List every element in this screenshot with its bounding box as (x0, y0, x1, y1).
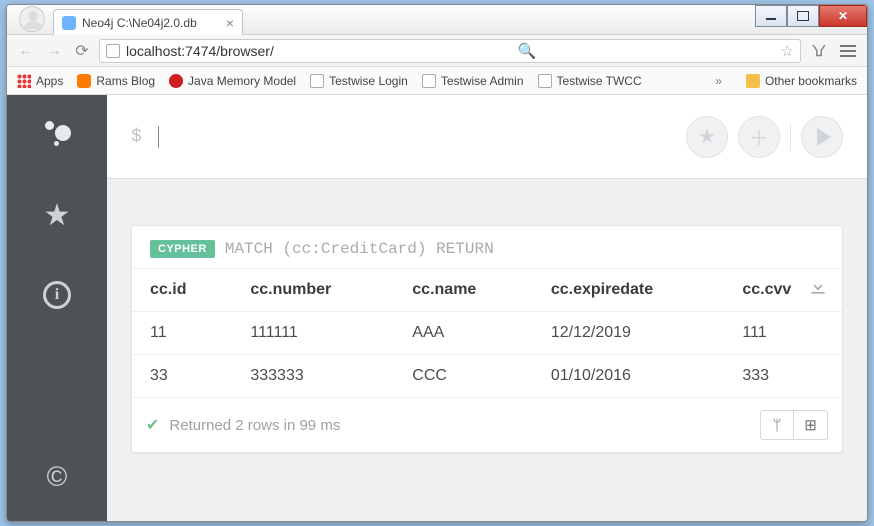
tab-close-icon[interactable]: × (226, 15, 234, 31)
maximize-button[interactable] (787, 5, 819, 27)
column-header: cc.id (132, 269, 232, 312)
bookmark-label: Testwise Login (329, 74, 408, 88)
table-row: 33333333CCC01/10/2016333 (132, 355, 842, 398)
bookmark-star-icon[interactable]: ☆ (781, 42, 794, 60)
back-button[interactable]: ← (15, 40, 37, 62)
sidebar-favorites-icon[interactable]: ★ (37, 195, 77, 235)
table-cell: CCC (394, 355, 533, 398)
other-bookmarks-label: Other bookmarks (765, 74, 857, 88)
query-display: CYPHER MATCH (cc:CreditCard) RETURN (132, 226, 842, 268)
profile-icon[interactable] (19, 6, 45, 32)
sidebar-database-icon[interactable] (37, 115, 77, 155)
table-cell: 33 (132, 355, 232, 398)
bookmark-icon (538, 74, 552, 88)
bookmark-label: Testwise TWCC (557, 74, 642, 88)
table-cell: 11 (132, 312, 232, 355)
labs-icon[interactable] (807, 39, 831, 63)
minimize-button[interactable] (755, 5, 787, 27)
sidebar-about-icon[interactable]: © (37, 457, 77, 497)
result-card: CYPHER MATCH (cc:CreditCard) RETURN cc.i… (131, 225, 843, 453)
tab-title: Neo4j C:\Ne04j2.0.db (82, 16, 197, 30)
bookmarks-bar: Apps Rams Blog Java Memory Model Testwise … (7, 67, 867, 95)
prompt-symbol: $ (131, 127, 142, 147)
close-button[interactable] (819, 5, 867, 27)
sidebar: ★ i © (7, 95, 107, 521)
table-row: 11111111AAA12/12/2019111 (132, 312, 842, 355)
table-cell: AAA (394, 312, 533, 355)
cypher-badge: CYPHER (150, 240, 215, 258)
bookmark-icon (422, 74, 436, 88)
other-bookmarks[interactable]: Other bookmarks (746, 74, 857, 88)
bookmark-item[interactable]: Rams Blog (77, 74, 155, 88)
download-icon[interactable] (808, 277, 828, 302)
menu-button[interactable] (837, 40, 859, 62)
check-icon: ✔ (146, 415, 159, 435)
bookmark-icon (77, 74, 91, 88)
main-pane: $ ★ ＋ CYPHER MATCH (cc:CreditCard) RETUR… (107, 95, 867, 521)
bookmark-label: Rams Blog (96, 74, 155, 88)
column-header: cc.name (394, 269, 533, 312)
column-header: cc.expiredate (533, 269, 725, 312)
table-cell: 333333 (232, 355, 394, 398)
table-cell: 333 (724, 355, 842, 398)
folder-icon (746, 74, 760, 88)
cursor (158, 126, 159, 148)
bookmark-item[interactable]: Testwise Login (310, 74, 408, 88)
sidebar-info-icon[interactable]: i (37, 275, 77, 315)
url-bar: ← → ⟳ localhost:7474/browser/ 🔍 ☆ (7, 35, 867, 67)
bookmarks-overflow[interactable]: » (715, 74, 722, 88)
editor-actions: ★ ＋ (686, 116, 843, 158)
add-button[interactable]: ＋ (738, 116, 780, 158)
forward-button[interactable]: → (43, 40, 65, 62)
window-controls (755, 5, 867, 27)
table-cell: 111 (724, 312, 842, 355)
bookmark-item[interactable]: Testwise Admin (422, 74, 524, 88)
browser-window: Neo4j C:\Ne04j2.0.db × ← → ⟳ localhost:7… (6, 4, 868, 522)
table-cell: 111111 (232, 312, 394, 355)
run-button[interactable] (801, 116, 843, 158)
browser-tab[interactable]: Neo4j C:\Ne04j2.0.db × (53, 9, 243, 35)
content-area: ★ i © $ ★ ＋ CYPHER MATCH (cc:Credi (7, 95, 867, 521)
search-icon[interactable]: 🔍 (518, 42, 537, 60)
apps-button[interactable]: Apps (17, 74, 63, 88)
results-table: cc.idcc.numbercc.namecc.expiredatecc.cvv… (132, 268, 842, 397)
view-toggle: ᛘ ⊞ (760, 410, 828, 440)
table-cell: 01/10/2016 (533, 355, 725, 398)
bookmark-label: Java Memory Model (188, 74, 296, 88)
table-view-button[interactable]: ⊞ (794, 410, 828, 440)
column-header: cc.cvv (724, 269, 842, 312)
apps-icon (17, 74, 31, 88)
result-footer: ✔ Returned 2 rows in 99 ms ᛘ ⊞ (132, 397, 842, 452)
separator (790, 123, 791, 151)
bookmark-item[interactable]: Java Memory Model (169, 74, 296, 88)
bookmark-icon (169, 74, 183, 88)
titlebar: Neo4j C:\Ne04j2.0.db × (7, 5, 867, 35)
favorite-button[interactable]: ★ (686, 116, 728, 158)
reload-button[interactable]: ⟳ (71, 40, 93, 62)
tab-favicon (62, 16, 76, 30)
query-text: MATCH (cc:CreditCard) RETURN (225, 240, 494, 258)
address-text: localhost:7474/browser/ (126, 43, 274, 59)
address-field[interactable]: localhost:7474/browser/ 🔍 ☆ (99, 39, 801, 63)
bookmark-item[interactable]: Testwise TWCC (538, 74, 642, 88)
graph-view-button[interactable]: ᛘ (760, 410, 794, 440)
status-text: Returned 2 rows in 99 ms (169, 417, 340, 434)
table-cell: 12/12/2019 (533, 312, 725, 355)
bookmark-icon (310, 74, 324, 88)
query-editor[interactable]: $ ★ ＋ (107, 95, 867, 179)
apps-label: Apps (36, 74, 63, 88)
page-icon (106, 44, 120, 58)
bookmark-label: Testwise Admin (441, 74, 524, 88)
column-header: cc.number (232, 269, 394, 312)
